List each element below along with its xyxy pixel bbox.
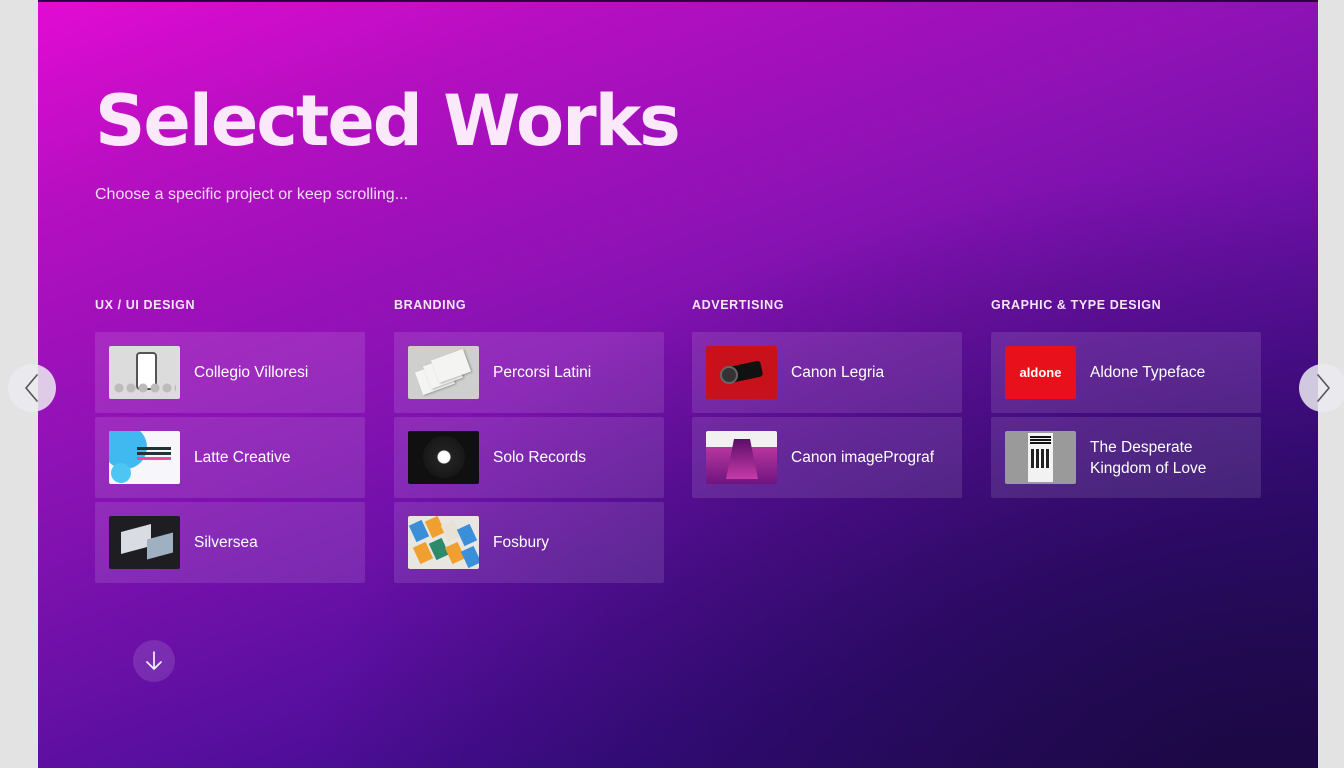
fosbury-thumbnail	[408, 516, 479, 569]
chevron-right-icon	[1317, 374, 1330, 402]
chevron-left-icon	[25, 374, 38, 402]
category-heading: GRAPHIC & TYPE DESIGN	[991, 298, 1162, 312]
previous-button[interactable]	[8, 364, 56, 412]
aldone-thumbnail: aldone	[1005, 346, 1076, 399]
project-label: Fosbury	[493, 534, 549, 551]
page-subtitle: Choose a specific project or keep scroll…	[95, 186, 409, 203]
category-heading: UX / UI DESIGN	[95, 298, 196, 312]
category-ux-ui-design: UX / UI DESIGN Collegio Villoresi Latte …	[95, 298, 365, 587]
next-button[interactable]	[1299, 364, 1344, 412]
project-card-canon-legria[interactable]: Canon Legria	[692, 332, 962, 413]
hero-section: Selected Works Choose a specific project…	[38, 0, 1318, 768]
project-label: Solo Records	[493, 449, 587, 466]
solo-thumbnail	[408, 431, 479, 484]
project-card-latte-creative[interactable]: Latte Creative	[95, 417, 365, 498]
aldone-logo: aldone	[1019, 365, 1062, 380]
category-branding: BRANDING Percorsi Latini Solo Records Fo…	[394, 298, 664, 587]
percorsi-thumbnail	[408, 346, 479, 399]
project-label: Canon Legria	[791, 364, 885, 381]
project-card-collegio-villoresi[interactable]: Collegio Villoresi	[95, 332, 365, 413]
project-card-percorsi-latini[interactable]: Percorsi Latini	[394, 332, 664, 413]
project-label: Aldone Typeface	[1090, 364, 1206, 381]
project-card-aldone-typeface[interactable]: aldone Aldone Typeface	[991, 332, 1261, 413]
project-card-desperate-kingdom[interactable]: The Desperate Kingdom of Love	[991, 417, 1261, 498]
silversea-thumbnail	[109, 516, 180, 569]
scroll-down-button[interactable]	[133, 640, 175, 682]
category-heading: BRANDING	[394, 298, 467, 312]
project-label: Percorsi Latini	[493, 364, 592, 381]
project-card-fosbury[interactable]: Fosbury	[394, 502, 664, 583]
project-card-solo-records[interactable]: Solo Records	[394, 417, 664, 498]
project-card-silversea[interactable]: Silversea	[95, 502, 365, 583]
project-label: Latte Creative	[194, 449, 291, 466]
collegio-thumbnail	[109, 346, 180, 399]
desperate-thumbnail	[1005, 431, 1076, 484]
project-label: The Desperate Kingdom of Love	[1090, 438, 1207, 477]
project-card-canon-imageprograf[interactable]: Canon imagePrograf	[692, 417, 962, 498]
project-label: Silversea	[194, 534, 258, 551]
arrow-down-icon	[146, 651, 162, 670]
category-advertising: ADVERTISING Canon Legria Canon imageProg…	[692, 298, 962, 502]
project-label: Collegio Villoresi	[194, 364, 309, 381]
prograf-thumbnail	[706, 431, 777, 484]
category-graphic-type-design: GRAPHIC & TYPE DESIGN aldone Aldone Type…	[991, 298, 1261, 502]
project-label: Canon imagePrograf	[791, 449, 935, 466]
latte-thumbnail	[109, 431, 180, 484]
category-heading: ADVERTISING	[692, 298, 785, 312]
legria-thumbnail	[706, 346, 777, 399]
page-title: Selected Works	[95, 80, 681, 162]
